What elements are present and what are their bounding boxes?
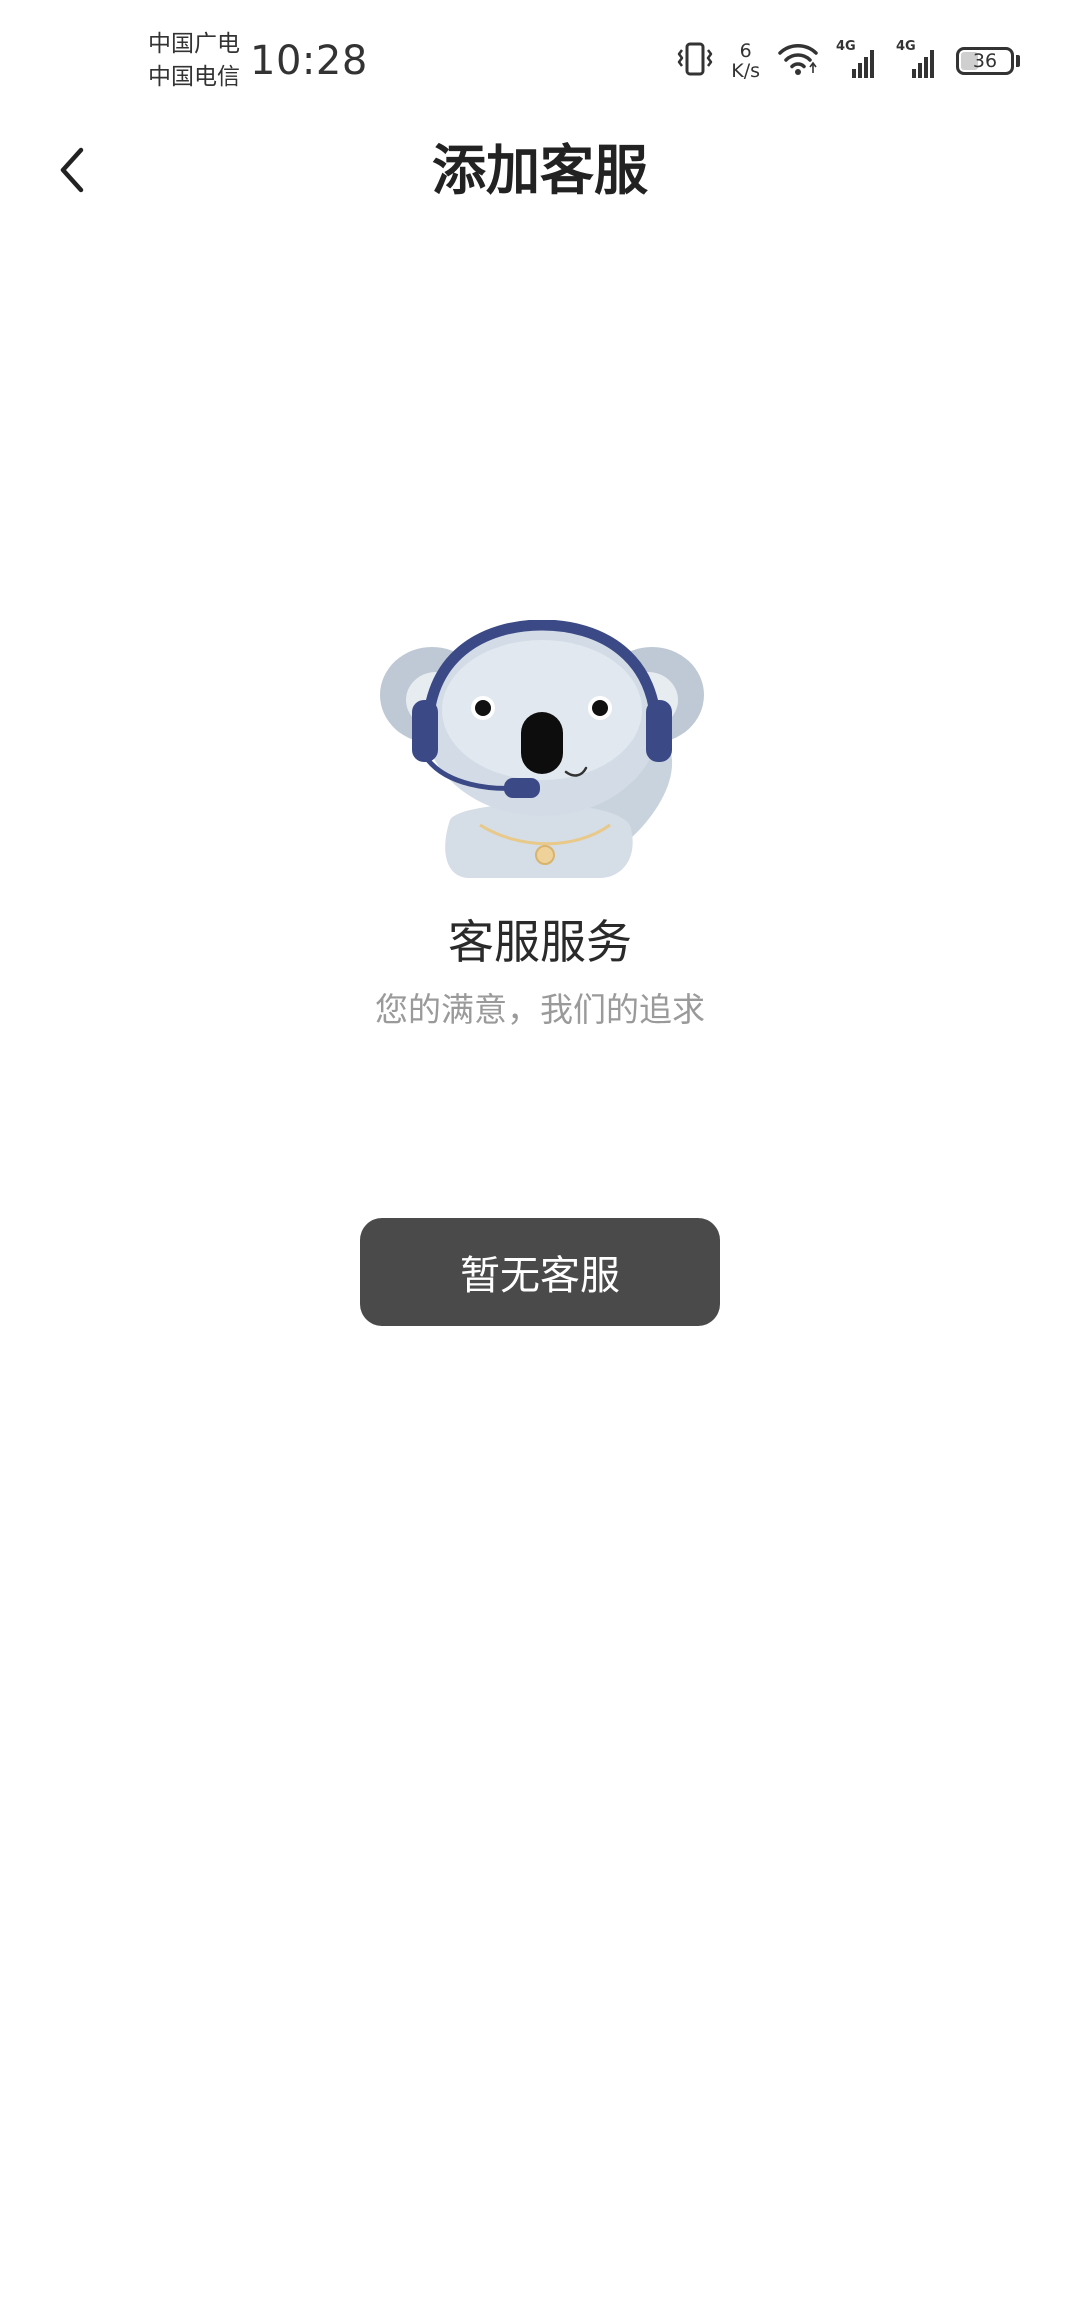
status-icons: 6 K/s 4G 4G 36 [675, 38, 1020, 84]
wifi-icon [776, 41, 820, 81]
cellular-signal-2-icon: 4G [896, 39, 940, 81]
status-time: 10:28 [250, 38, 368, 84]
battery-level: 36 [972, 50, 998, 72]
network-speed-value: 6 [739, 40, 752, 62]
hero-subtitle: 您的满意，我们的追求 [375, 990, 705, 1029]
hero-title: 客服服务 [448, 915, 632, 969]
page-title: 添加客服 [432, 139, 648, 202]
nav-bar: 添加客服 [0, 125, 1080, 215]
network-speed: 6 K/s [731, 41, 760, 81]
network-speed-unit: K/s [731, 60, 760, 82]
carrier-1: 中国广电 [148, 31, 240, 57]
koala-mascot-illustration [370, 619, 710, 880]
cellular-signal-1-icon: 4G [836, 39, 880, 81]
no-customer-service-button[interactable]: 暂无客服 [360, 1218, 720, 1326]
vibrate-icon [675, 41, 715, 81]
status-bar: 中国广电 中国电信 10:28 6 K/s 4G 4G 36 [0, 0, 1080, 125]
battery-icon: 36 [956, 47, 1020, 75]
carrier-info: 中国广电 中国电信 [148, 28, 240, 94]
battery-cap [1016, 55, 1020, 67]
carrier-2: 中国电信 [148, 64, 240, 90]
battery-body: 36 [956, 47, 1014, 75]
